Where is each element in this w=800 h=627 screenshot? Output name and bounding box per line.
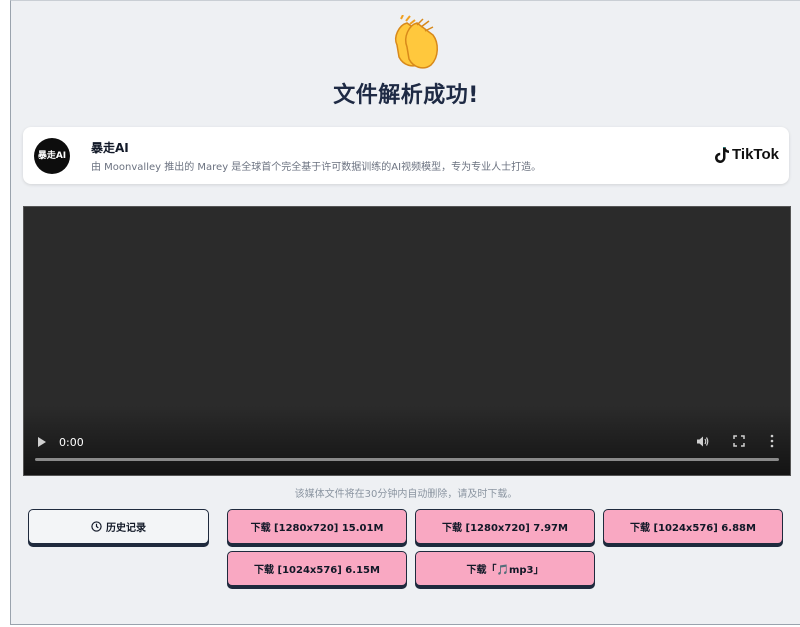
- controls-gradient: [24, 405, 790, 475]
- avatar: 暴走AI: [34, 138, 70, 174]
- tiktok-icon: [715, 146, 730, 163]
- page-title: 文件解析成功!: [333, 83, 479, 108]
- download-button-1024x576-7m[interactable]: 下载 [1024x576] 6.88M: [603, 509, 783, 544]
- download-button-1024x576-6m[interactable]: 下载 [1024x576] 6.15M: [227, 551, 407, 586]
- author-name: 暴走AI: [91, 141, 129, 155]
- platform-logo: TikTok: [715, 146, 779, 163]
- volume-icon[interactable]: [696, 435, 709, 448]
- post-info-card: 暴走AI 暴走AI 由 Moonvalley 推出的 Marey 是全球首个完全…: [23, 127, 789, 184]
- post-description: 由 Moonvalley 推出的 Marey 是全球首个完全基于许可数据训练的A…: [91, 162, 542, 173]
- video-player[interactable]: 0:00: [23, 206, 791, 476]
- download-button-mp3[interactable]: 下载「🎵mp3」: [415, 551, 595, 586]
- more-options-icon[interactable]: [769, 434, 775, 448]
- deletion-notice: 该媒体文件将在30分钟内自动删除，请及时下载。: [294, 489, 518, 500]
- clock-icon: [91, 521, 102, 532]
- history-button-label: 历史记录: [106, 523, 146, 534]
- play-icon[interactable]: [37, 436, 47, 448]
- clapping-hands-icon: [395, 15, 438, 69]
- download-button-1280x720-8m[interactable]: 下载 [1280x720] 7.97M: [415, 509, 595, 544]
- current-time: 0:00: [59, 436, 84, 449]
- progress-bar[interactable]: [35, 458, 779, 461]
- download-button-1280x720-15m[interactable]: 下载 [1280x720] 15.01M: [227, 509, 407, 544]
- main-panel: 文件解析成功! 暴走AI 暴走AI 由 Moonvalley 推出的 Marey…: [10, 0, 800, 625]
- platform-name: TikTok: [732, 146, 779, 163]
- history-button[interactable]: 历史记录: [28, 509, 209, 544]
- fullscreen-icon[interactable]: [733, 435, 745, 447]
